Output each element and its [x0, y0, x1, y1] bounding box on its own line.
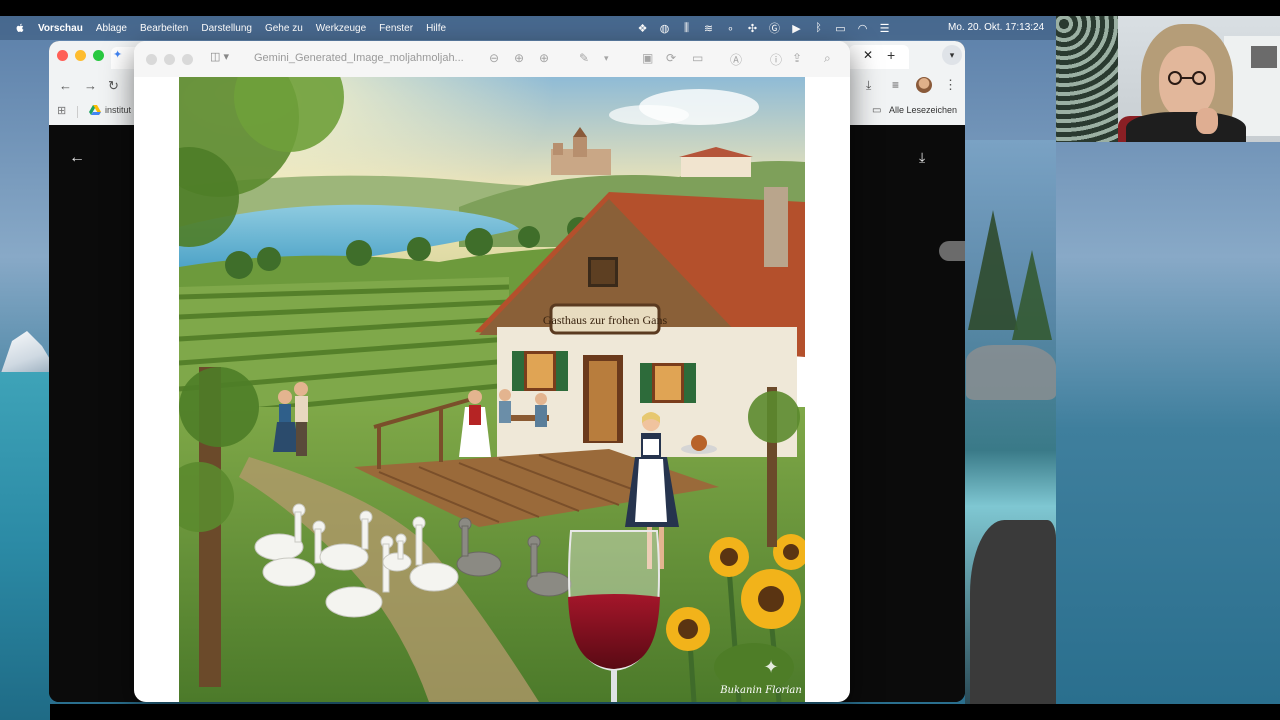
displayed-image[interactable]: Gasthaus zur frohen Gans Bukanin Florian… — [179, 77, 805, 702]
zoom-fit-icon[interactable]: ⊕ — [539, 51, 549, 65]
preview-window: ◫ ▾ Gemini_Generated_Image_moljahmoljah.… — [134, 41, 850, 702]
bookmark-separator — [77, 106, 78, 118]
close-tab-icon[interactable]: ✕ — [863, 48, 873, 62]
crop-icon[interactable]: ▣ — [642, 51, 653, 65]
shapes-icon[interactable]: ▭ — [692, 51, 703, 65]
apps-grid-icon[interactable]: ⊞ — [57, 104, 66, 117]
webcam-person-body — [1126, 112, 1246, 142]
menu-app-name[interactable]: Vorschau — [38, 23, 83, 34]
menu-bearbeiten[interactable]: Bearbeiten — [140, 23, 188, 34]
document-title[interactable]: Gemini_Generated_Image_moljahmoljah... — [254, 52, 474, 64]
menu-darstellung[interactable]: Darstellung — [201, 23, 252, 34]
gasthaus-sign-text: Gasthaus zur frohen Gans — [543, 313, 668, 327]
reload-icon[interactable]: ↻ — [108, 78, 119, 94]
webcam-person-hand — [1196, 108, 1218, 134]
bookmark-institut[interactable]: institut — [105, 105, 131, 115]
viewer-back-arrow-icon[interactable]: ← — [69, 149, 85, 167]
menu-hilfe[interactable]: Hilfe — [426, 23, 446, 34]
more-menu-icon[interactable]: ⋮ — [944, 77, 957, 93]
download-icon[interactable]: ⤓ — [866, 78, 871, 93]
menubar-clock[interactable]: Mo. 20. Okt. 17:13:24 — [948, 22, 1044, 33]
zoom-in-icon[interactable]: ⊕ — [514, 51, 524, 65]
screen: Vorschau Ablage Bearbeiten Darstellung G… — [0, 0, 1280, 720]
preview-minimize-button[interactable] — [164, 54, 175, 65]
audio-meter-icon[interactable]: ⫼ — [680, 22, 693, 35]
illustration-scene: Gasthaus zur frohen Gans Bukanin Florian… — [179, 77, 805, 702]
sparkle-watermark-icon: ✦ — [763, 657, 778, 677]
new-tab-button[interactable]: + — [887, 47, 895, 63]
preview-close-button[interactable] — [146, 54, 157, 65]
wallpaper-rock — [970, 520, 1056, 704]
profile-avatar[interactable] — [916, 77, 932, 93]
creative-cloud-icon[interactable]: ◍ — [658, 22, 671, 35]
preview-toolbar: ◫ ▾ Gemini_Generated_Image_moljahmoljah.… — [134, 41, 850, 77]
menu-werkzeuge[interactable]: Werkzeuge — [316, 23, 366, 34]
search-icon[interactable]: ⌕ — [824, 51, 831, 66]
browser-zoom-button[interactable] — [93, 50, 104, 61]
annotate-icon[interactable]: Ⓐ — [730, 51, 742, 68]
viewer-download-icon[interactable]: ⤓ — [919, 149, 925, 166]
play-icon[interactable]: ▶ — [790, 22, 803, 35]
audio-waves-icon[interactable]: ≋ — [702, 22, 715, 35]
glasses-icon — [1168, 71, 1206, 85]
markup-menu-chevron-icon[interactable]: ▾ — [604, 53, 609, 64]
grammarly-icon[interactable]: Ⓖ — [768, 20, 781, 36]
side-panel-handle[interactable] — [939, 241, 965, 261]
webcam-picture-frame — [1251, 46, 1277, 68]
browser-close-button[interactable] — [57, 50, 68, 61]
menu-bar: Vorschau Ablage Bearbeiten Darstellung G… — [0, 16, 1056, 40]
browser-active-tab[interactable] — [849, 45, 909, 69]
reading-list-icon[interactable]: ≡ — [892, 78, 899, 92]
all-bookmarks-link[interactable]: Alle Lesezeichen — [889, 105, 957, 115]
status-icons: ❖ ◍ ⫼ ≋ ∘ ✣ Ⓖ ▶ ᛒ ▭ ◠ ☰ — [636, 16, 891, 40]
browser-minimize-button[interactable] — [75, 50, 86, 61]
back-arrow-icon[interactable]: ← — [59, 78, 72, 93]
menu-gehe-zu[interactable]: Gehe zu — [265, 23, 303, 34]
wallpaper-sea — [0, 372, 50, 720]
markup-pen-icon[interactable]: ✎ — [579, 51, 589, 65]
wifi-icon[interactable]: ◠ — [856, 22, 869, 35]
menu-fenster[interactable]: Fenster — [379, 23, 413, 34]
webcam-curtain — [1056, 16, 1118, 142]
preview-zoom-button[interactable] — [182, 54, 193, 65]
rotate-icon[interactable]: ⟳ — [666, 51, 676, 65]
zoom-out-icon[interactable]: ⊖ — [489, 51, 499, 65]
share-icon[interactable]: ⇪ — [792, 51, 802, 65]
dropbox-icon[interactable]: ❖ — [636, 22, 649, 35]
apple-icon[interactable] — [14, 22, 26, 34]
fan-icon[interactable]: ✣ — [746, 22, 759, 35]
control-center-icon[interactable]: ☰ — [878, 22, 891, 35]
dot-icon[interactable]: ∘ — [724, 22, 737, 35]
folder-icon: ▭ — [872, 105, 882, 116]
artist-signature: Bukanin Florian — [719, 685, 802, 696]
google-drive-icon — [89, 105, 101, 115]
webcam-video — [1056, 16, 1280, 142]
forward-arrow-icon[interactable]: → — [84, 78, 97, 93]
info-icon[interactable]: ⓘ — [770, 51, 782, 68]
wallpaper-rocks — [966, 345, 1056, 400]
tab-search-chevron-icon[interactable]: ▾ — [942, 45, 962, 65]
bluetooth-icon[interactable]: ᛒ — [812, 22, 825, 34]
sidebar-toggle-icon[interactable]: ◫ ▾ — [210, 50, 229, 63]
battery-icon[interactable]: ▭ — [834, 22, 847, 35]
gemini-icon: ✦ — [113, 49, 123, 61]
menu-ablage[interactable]: Ablage — [96, 23, 127, 34]
